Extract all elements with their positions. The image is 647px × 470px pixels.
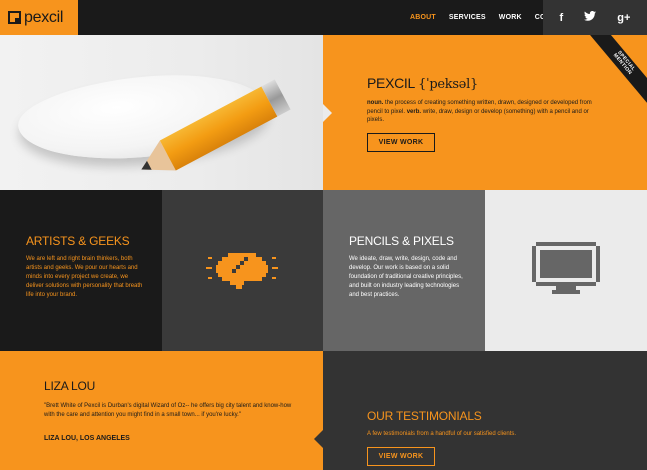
pencils-panel: PENCILS & PIXELS We ideate, draw, write,… [323,190,485,351]
definition-verb-label: verb. [406,108,422,115]
nav-about[interactable]: ABOUT [410,14,436,21]
header: pexcil ABOUT SERVICES WORK CONTACT f g+ [0,0,647,35]
nav-services[interactable]: SERVICES [449,14,486,21]
testimonial-quote: "Brett White of Pexcil is Durban's digit… [44,403,292,418]
hero-definition: noun. the process of creating something … [367,99,602,125]
artists-body: We are left and right brain thinkers, bo… [26,256,143,298]
testimonial-name: LIZA LOU [44,379,96,393]
view-work-button[interactable]: VIEW WORK [367,133,435,152]
special-mention-ribbon: SPECIAL MENTION [588,35,647,103]
pencils-title: PENCILS & PIXELS [349,234,454,248]
testimonial-cite: LIZA LOU, LOS ANGELES [44,435,130,442]
hero-title: PEXCIL {ˈpeksəl} [367,75,478,92]
brain-panel [162,190,323,351]
twitter-icon[interactable] [584,11,597,24]
hero-pronunciation: {ˈpeksəl} [418,77,478,92]
monitor-panel [485,190,647,351]
hero-image [0,35,323,190]
monitor-icon [532,242,600,294]
testimonials-subtitle: A few testimonials from a handful of our… [367,431,517,437]
testimonials-arrow [314,430,323,448]
brain-icon [206,253,278,289]
testimonials-view-work-button[interactable]: VIEW WORK [367,447,435,466]
testimonials-panel: OUR TESTIMONIALS A few testimonials from… [323,351,647,470]
artists-title: ARTISTS & GEEKS [26,234,130,248]
logo[interactable]: pexcil [0,0,78,35]
definition-noun-label: noun. [367,100,384,106]
pencils-body: We ideate, draw, write, design, code and… [349,256,463,298]
logo-text: pexcil [24,8,64,26]
testimonials-title: OUR TESTIMONIALS [367,409,482,423]
hero-title-word: PEXCIL [367,75,415,91]
facebook-icon[interactable]: f [560,12,564,24]
logo-mark-icon [8,11,21,24]
artists-panel: ARTISTS & GEEKS We are left and right br… [0,190,162,351]
hero-panel: PEXCIL {ˈpeksəl} noun. the process of cr… [323,35,647,190]
hero-notch [323,104,332,122]
nav-work[interactable]: WORK [499,14,522,21]
testimonial-panel: LIZA LOU "Brett White of Pexcil is Durba… [0,351,323,470]
social-links: f g+ [543,0,647,35]
google-plus-icon[interactable]: g+ [617,12,630,24]
